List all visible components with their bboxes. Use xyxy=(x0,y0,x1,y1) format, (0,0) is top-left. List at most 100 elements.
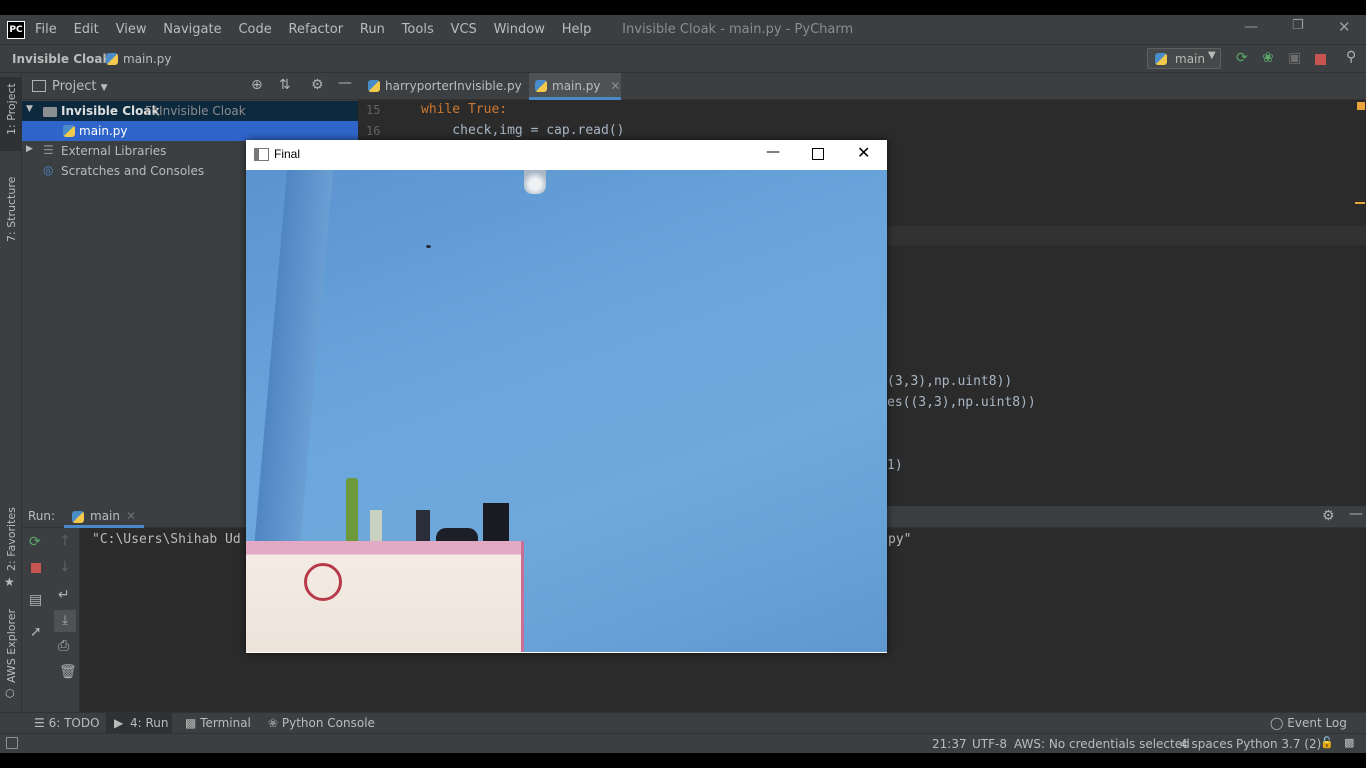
run-tab-label: main xyxy=(90,509,120,523)
arrow-up-icon[interactable]: ↑ xyxy=(59,533,71,549)
code-text[interactable]: check,img = cap.read() xyxy=(421,123,624,138)
python-file-icon xyxy=(535,80,547,92)
tab-label: main.py xyxy=(552,79,601,93)
menu-code[interactable]: Code xyxy=(238,22,271,37)
debug-icon[interactable]: ❀ xyxy=(1262,50,1274,66)
tab-run[interactable]: ▶ 4: Run xyxy=(106,713,172,733)
lock-icon[interactable]: 🔓 xyxy=(1320,736,1334,749)
warning-marker[interactable] xyxy=(1357,102,1365,110)
toggle-tool-windows-icon[interactable] xyxy=(6,737,18,749)
menu-view[interactable]: View xyxy=(116,22,147,37)
coverage-icon[interactable]: ▣ xyxy=(1288,50,1301,66)
current-line-highlight xyxy=(887,226,1366,245)
status-caret-position[interactable]: 21:37 xyxy=(932,737,967,751)
scratches-icon: ◎ xyxy=(43,163,54,177)
run-tab-main[interactable]: main ✕ xyxy=(64,506,144,528)
trash-icon[interactable]: 🗑 xyxy=(59,664,77,680)
arrow-down-icon[interactable]: ↓ xyxy=(59,559,71,575)
rerun-icon[interactable]: ⟳ xyxy=(29,534,41,550)
status-encoding[interactable]: UTF-8 xyxy=(972,737,1007,751)
minimize-icon[interactable]: — xyxy=(766,144,780,160)
gear-icon[interactable]: ⚙ xyxy=(1322,508,1335,524)
code-fragment[interactable]: 1) xyxy=(887,458,903,473)
maximize-icon[interactable] xyxy=(812,148,824,160)
python-icon xyxy=(1155,53,1167,65)
close-tab-icon[interactable]: ✕ xyxy=(126,509,136,523)
print-icon[interactable]: ⎙ xyxy=(58,638,69,654)
close-tab-icon[interactable]: ✕ xyxy=(610,79,620,93)
event-log-button[interactable]: ◯ Event Log xyxy=(1270,716,1347,730)
run-config-select[interactable]: main ▼ xyxy=(1147,48,1221,69)
collapse-icon[interactable]: ⇅ xyxy=(279,77,291,93)
pin-icon[interactable]: ➚ xyxy=(30,624,42,640)
code-fragment[interactable]: es((3,3),np.uint8)) xyxy=(887,395,1036,410)
stop-icon[interactable] xyxy=(31,563,41,573)
run-toolbar-left: ⟳ ▤ ➚ xyxy=(22,528,50,712)
close-icon[interactable]: ✕ xyxy=(857,143,870,162)
tree-row-root[interactable]: ▼ Invisible Cloak F:\Invisible Cloak xyxy=(22,101,358,121)
breadcrumb-file[interactable]: main.py xyxy=(106,52,172,66)
structure-tool-button[interactable]: 7: Structure xyxy=(0,168,22,246)
title-bar: PC File Edit View Navigate Code Refactor… xyxy=(0,15,1366,44)
tab-harryporterinvisible[interactable]: harryporterInvisible.py ✕ xyxy=(368,73,542,100)
code-text[interactable]: while True: xyxy=(421,102,507,117)
breadcrumb-project[interactable]: Invisible Cloak xyxy=(12,52,110,66)
line-number: 16 xyxy=(366,124,381,138)
status-aws[interactable]: AWS: No credentials selected xyxy=(1014,737,1190,751)
menu-vcs[interactable]: VCS xyxy=(451,22,477,37)
tab-terminal[interactable]: ▩ Terminal xyxy=(185,716,251,730)
menu-window[interactable]: Window xyxy=(494,22,545,37)
project-tool-button[interactable]: 1: Project xyxy=(0,77,22,151)
play-icon: ▶ xyxy=(114,716,124,730)
tab-main-py[interactable]: main.py ✕ xyxy=(529,73,621,100)
soft-wrap-icon[interactable]: ↵ xyxy=(58,587,70,603)
gear-icon[interactable]: ⚙ xyxy=(311,77,324,93)
menu-refactor[interactable]: Refactor xyxy=(289,22,344,37)
tree-row-main[interactable]: main.py xyxy=(22,121,358,141)
bottle-green xyxy=(346,478,358,543)
restore-icon[interactable]: ❐ xyxy=(1292,18,1304,33)
favorites-tool-button[interactable]: 2: Favorites ★ xyxy=(0,507,22,593)
menu-navigate[interactable]: Navigate xyxy=(163,22,221,37)
menu-run[interactable]: Run xyxy=(360,22,385,37)
hide-icon[interactable]: — xyxy=(1349,506,1363,522)
menu-file[interactable]: File xyxy=(35,22,57,37)
menu-tools[interactable]: Tools xyxy=(402,22,434,37)
project-panel-header: Project ▼ ⊕ ⇅ ⚙ — xyxy=(22,73,358,100)
tab-todo[interactable]: ☰ 6: TODO xyxy=(34,716,100,730)
project-view-icon xyxy=(32,80,46,92)
aws-explorer-label: AWS Explorer xyxy=(5,608,18,683)
close-icon[interactable]: ✕ xyxy=(1338,18,1351,36)
search-icon[interactable]: ⚲ xyxy=(1346,49,1356,65)
locate-icon[interactable]: ⊕ xyxy=(251,77,263,93)
python-icon xyxy=(72,511,84,523)
balloon-icon: ◯ xyxy=(1270,716,1284,730)
final-window-titlebar[interactable]: Final — ✕ xyxy=(246,140,887,170)
terminal-icon: ▩ xyxy=(185,716,197,730)
drawer-sticker xyxy=(304,563,342,601)
scratches-label: Scratches and Consoles xyxy=(61,164,205,178)
status-indent[interactable]: 4 spaces xyxy=(1180,737,1233,751)
project-view-select[interactable]: Project ▼ xyxy=(52,79,108,94)
scrollbar-marker xyxy=(1355,202,1365,204)
project-tool-label: 1: Project xyxy=(5,83,18,135)
bottle-dark xyxy=(416,510,430,543)
window-title: Invisible Cloak - main.py - PyCharm xyxy=(622,22,854,37)
stop-icon[interactable] xyxy=(1315,54,1326,65)
tab-python-console[interactable]: ❀ Python Console xyxy=(268,716,375,730)
layout-icon[interactable]: ▤ xyxy=(29,592,42,608)
code-fragment[interactable]: (3,3),np.uint8)) xyxy=(887,374,1012,389)
hide-icon[interactable]: — xyxy=(338,75,352,91)
status-interpreter[interactable]: Python 3.7 (2) xyxy=(1236,737,1321,751)
menu-edit[interactable]: Edit xyxy=(74,22,99,37)
final-window[interactable]: Final — ✕ xyxy=(246,140,887,653)
scroll-to-end-icon[interactable]: ⤓ xyxy=(54,610,76,632)
menu-help[interactable]: Help xyxy=(562,22,592,37)
aws-explorer-tool-button[interactable]: AWS Explorer ⬡ xyxy=(0,609,22,703)
rerun-icon[interactable]: ⟳ xyxy=(1236,50,1248,66)
chevron-down-icon: ▼ xyxy=(100,83,108,93)
memory-icon[interactable]: ▩ xyxy=(1344,736,1354,749)
structure-tool-label: 7: Structure xyxy=(5,176,18,242)
minimize-icon[interactable]: — xyxy=(1244,19,1258,35)
run-config-label: main xyxy=(1175,52,1205,66)
